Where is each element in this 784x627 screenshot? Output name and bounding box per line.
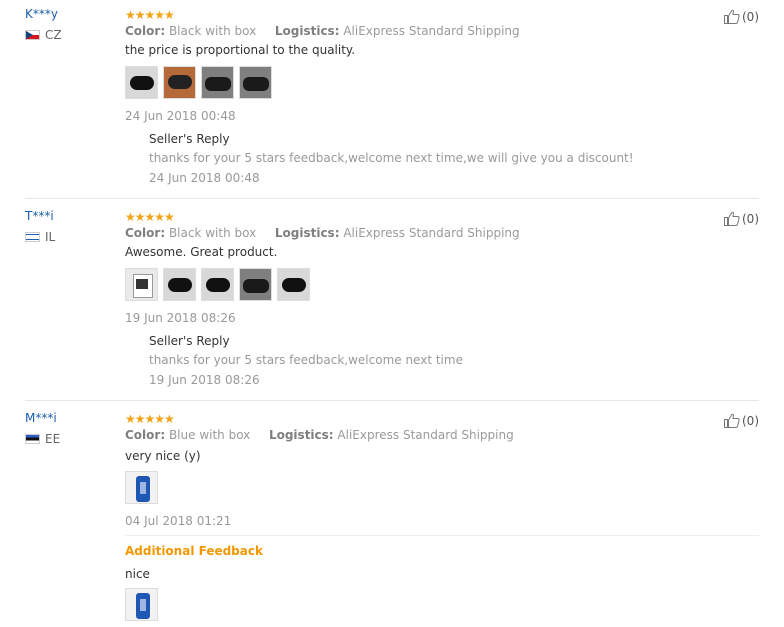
seller-reply-text: thanks for your 5 stars feedback,welcome… (149, 353, 463, 367)
logistics-value: AliExpress Standard Shipping (343, 226, 520, 240)
ee-flag-icon (25, 434, 40, 444)
country-code: CZ (45, 28, 62, 42)
helpful-button[interactable]: (0) (724, 413, 759, 428)
review-text: very nice (y) (125, 449, 201, 463)
seller-reply-date: 24 Jun 2018 00:48 (149, 171, 260, 185)
color-label: Color: (125, 226, 166, 240)
review-date: 04 Jul 2018 01:21 (125, 514, 232, 528)
helpful-count: (0) (742, 9, 759, 24)
star-rating: ★★★★★ (125, 412, 175, 426)
country-code: EE (45, 432, 61, 446)
additional-feedback-text: nice (125, 567, 150, 581)
seller-reply-title: Seller's Reply (149, 132, 230, 146)
review-photo-thumbnail[interactable] (125, 66, 158, 99)
review-text: the price is proportional to the quality… (125, 43, 356, 57)
il-flag-icon (25, 232, 40, 242)
additional-feedback-title: Additional Feedback (125, 544, 263, 558)
helpful-button[interactable]: (0) (724, 211, 759, 226)
review-photo-thumbnail[interactable] (239, 66, 272, 99)
color-label: Color: (125, 24, 166, 38)
review-photos (125, 66, 272, 99)
review-date: 24 Jun 2018 00:48 (125, 109, 236, 123)
color-value: Blue with box (168, 428, 251, 442)
star-rating: ★★★★★ (125, 210, 175, 224)
review-photo-thumbnail[interactable] (125, 471, 158, 504)
reviewer-name[interactable]: K***y (25, 7, 58, 21)
logistics-value: AliExpress Standard Shipping (337, 428, 514, 442)
review-date: 19 Jun 2018 08:26 (125, 311, 236, 325)
seller-reply-date: 19 Jun 2018 08:26 (149, 373, 260, 387)
color-value: Black with box (168, 226, 257, 240)
helpful-count: (0) (742, 413, 759, 428)
review-photo-thumbnail[interactable] (239, 268, 272, 301)
logistics-value: AliExpress Standard Shipping (343, 24, 520, 38)
logistics-label: Logistics: (274, 226, 340, 240)
review-item: M***i EE ★★★★★ Color: Blue with box Logi… (0, 404, 784, 627)
review-item: K***y CZ ★★★★★ Color: Black with box Log… (0, 0, 784, 198)
logistics-label: Logistics: (268, 428, 334, 442)
review-item: T***i IL ★★★★★ Color: Black with box Log… (0, 202, 784, 400)
review-divider (25, 400, 759, 401)
review-text: Awesome. Great product. (125, 245, 278, 259)
review-photo-thumbnail[interactable] (163, 66, 196, 99)
reviewer-name[interactable]: T***i (25, 209, 54, 223)
additional-feedback-divider (125, 535, 759, 536)
thumbs-up-icon (724, 413, 740, 428)
product-attributes: Color: Blue with box Logistics: AliExpre… (125, 428, 514, 442)
review-photo-thumbnail[interactable] (125, 268, 158, 301)
reviewer-country: IL (25, 230, 55, 244)
helpful-button[interactable]: (0) (724, 9, 759, 24)
logistics-label: Logistics: (274, 24, 340, 38)
seller-reply-title: Seller's Reply (149, 334, 230, 348)
thumbs-up-icon (724, 9, 740, 24)
review-photo-thumbnail[interactable] (277, 268, 310, 301)
star-rating: ★★★★★ (125, 8, 175, 22)
country-code: IL (45, 230, 56, 244)
review-photo-thumbnail[interactable] (163, 268, 196, 301)
review-photo-thumbnail[interactable] (201, 66, 234, 99)
additional-feedback-photos (125, 588, 158, 621)
reviewer-country: EE (25, 432, 60, 446)
reviewer-country: CZ (25, 28, 62, 42)
review-photo-thumbnail[interactable] (201, 268, 234, 301)
product-attributes: Color: Black with box Logistics: AliExpr… (125, 226, 520, 240)
seller-reply-text: thanks for your 5 stars feedback,welcome… (149, 151, 634, 165)
cz-flag-icon (25, 30, 40, 40)
helpful-count: (0) (742, 211, 759, 226)
color-label: Color: (125, 428, 166, 442)
review-divider (25, 198, 759, 199)
review-photos (125, 471, 158, 504)
reviewer-name[interactable]: M***i (25, 411, 57, 425)
thumbs-up-icon (724, 211, 740, 226)
product-attributes: Color: Black with box Logistics: AliExpr… (125, 24, 520, 38)
review-photos (125, 268, 310, 301)
review-photo-thumbnail[interactable] (125, 588, 158, 621)
color-value: Black with box (168, 24, 257, 38)
